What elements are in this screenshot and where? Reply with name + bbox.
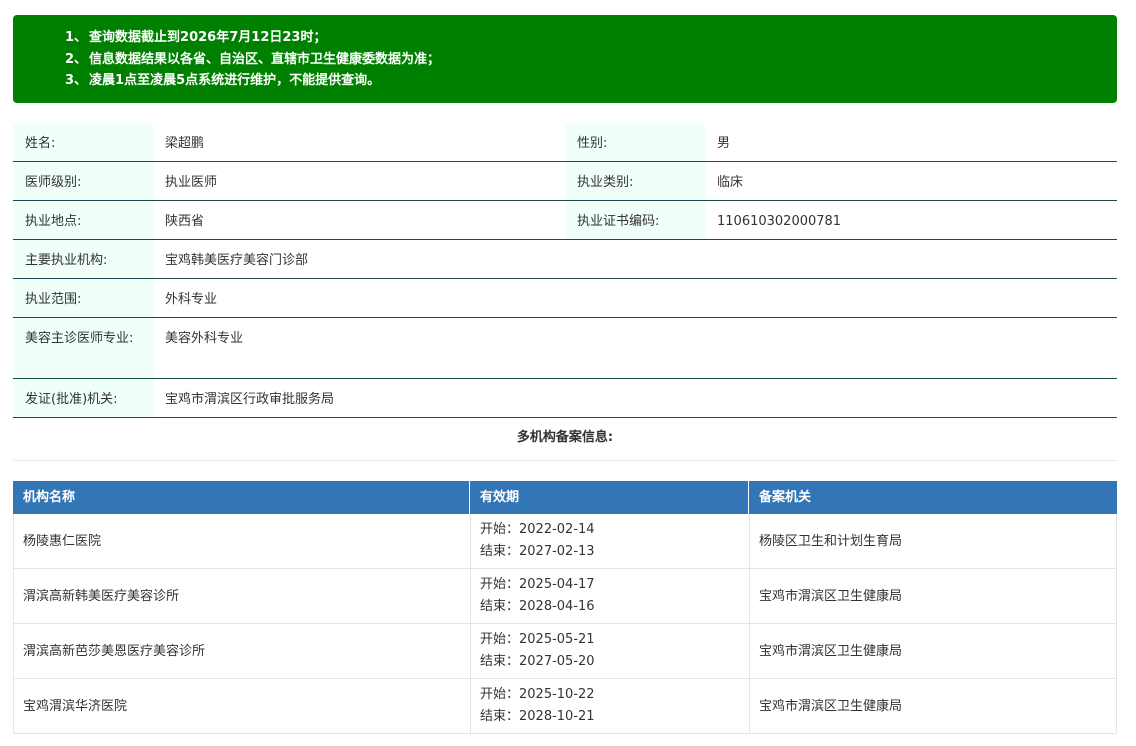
validity-cell: 开始：2025-10-22 结束：2028-10-21 [471, 679, 750, 733]
info-row-issuer: 发证(批准)机关: 宝鸡市渭滨区行政审批服务局 [13, 379, 1117, 418]
notice-line-2: 2、 信息数据结果以各省、自治区、直辖市卫生健康委数据为准； [65, 51, 441, 67]
info-row-institution: 主要执业机构: 宝鸡韩美医疗美容门诊部 [13, 240, 1117, 279]
table-header: 机构名称 有效期 备案机关 [13, 481, 1117, 514]
level-label: 医师级别: [13, 162, 153, 200]
authority-name: 宝鸡市渭滨区卫生健康局 [759, 644, 903, 659]
info-row-level: 医师级别: 执业医师 执业类别: 临床 [13, 162, 1117, 201]
info-row-scope: 执业范围: 外科专业 [13, 279, 1117, 318]
location-value: 陕西省 [165, 214, 205, 229]
notice-line-1: 1、 查询数据截止到2026年7月12日23时； [65, 30, 327, 45]
table-row: 杨陵惠仁医院 开始：2022-02-14 结束：2027-02-13 杨陵区卫生和… [13, 514, 1117, 569]
info-row-location: 执业地点: 陕西省 执业证书编码: 110610302000781 [13, 201, 1117, 240]
scope-value: 外科专业 [165, 292, 218, 307]
table-row: 渭滨高新韩美医疗美容诊所 开始：2025-04-17 结束：2028-04-16 … [13, 569, 1117, 624]
category-label: 执业类别: [565, 162, 705, 200]
header-authority: 备案机关 [759, 490, 812, 505]
validity-start: 开始：2025-04-17 [480, 577, 595, 592]
beauty-label: 美容主诊医师专业: [13, 318, 153, 378]
validity-start: 开始：2025-10-22 [480, 687, 595, 702]
institution-label: 主要执业机构: [13, 240, 153, 278]
validity-cell: 开始：2025-05-21 结束：2027-05-20 [471, 624, 750, 678]
validity-cell: 开始：2025-04-17 结束：2028-04-16 [471, 569, 750, 623]
header-validity: 有效期 [470, 481, 749, 514]
header-institution: 机构名称 [13, 481, 470, 514]
institution-name: 渭滨高新芭莎美恩医疗美容诊所 [14, 624, 471, 678]
validity-end: 结束：2028-04-16 [480, 599, 595, 614]
cert-label: 执业证书编码: [565, 201, 705, 239]
table-row: 宝鸡渭滨华济医院 开始：2025-10-22 结束：2028-10-21 宝鸡市渭… [13, 679, 1117, 734]
doctor-info-table: 姓名: 梁超鹏 性别: 男 医师级别: 执业医师 执业类别: 临床 执业地点: … [13, 123, 1117, 418]
gender-value: 男 [717, 136, 731, 151]
name-value: 梁超鹏 [165, 136, 205, 151]
name-label: 姓名: [13, 123, 153, 161]
gender-label: 性别: [565, 123, 705, 161]
issuer-label: 发证(批准)机关: [13, 379, 153, 417]
institution-name: 渭滨高新韩美医疗美容诊所 [14, 569, 471, 623]
validity-start: 开始：2025-05-21 [480, 632, 595, 647]
validity-end: 结束：2028-10-21 [480, 709, 595, 724]
validity-end: 结束：2027-05-20 [480, 654, 595, 669]
scope-label: 执业范围: [13, 279, 153, 317]
notice-line-3: 3、 凌晨1点至凌晨5点系统进行维护，不能提供查询。 [65, 73, 381, 88]
info-row-name: 姓名: 梁超鹏 性别: 男 [13, 123, 1117, 162]
institution-value: 宝鸡韩美医疗美容门诊部 [165, 253, 309, 268]
category-value: 临床 [717, 175, 744, 190]
authority-name: 杨陵区卫生和计划生育局 [759, 534, 903, 549]
validity-start: 开始：2022-02-14 [480, 522, 595, 537]
location-label: 执业地点: [13, 201, 153, 239]
institution-name: 杨陵惠仁医院 [14, 514, 471, 568]
multi-institution-table: 机构名称 有效期 备案机关 杨陵惠仁医院 开始：2022-02-14 结束：202… [13, 481, 1117, 734]
level-value: 执业医师 [165, 175, 218, 190]
authority-name: 宝鸡市渭滨区卫生健康局 [759, 589, 903, 604]
cert-value: 110610302000781 [717, 214, 842, 229]
authority-name: 宝鸡市渭滨区卫生健康局 [759, 699, 903, 714]
validity-cell: 开始：2022-02-14 结束：2027-02-13 [471, 514, 750, 568]
beauty-value: 美容外科专业 [165, 331, 244, 346]
multi-institution-title: 多机构备案信息: [13, 418, 1117, 461]
issuer-value: 宝鸡市渭滨区行政审批服务局 [165, 392, 335, 407]
institution-name: 宝鸡渭滨华济医院 [14, 679, 471, 733]
notice-banner: 1、 查询数据截止到2026年7月12日23时； 2、 信息数据结果以各省、自治区、… [13, 15, 1117, 103]
info-row-beauty: 美容主诊医师专业: 美容外科专业 [13, 318, 1117, 379]
validity-end: 结束：2027-02-13 [480, 544, 595, 559]
table-row: 渭滨高新芭莎美恩医疗美容诊所 开始：2025-05-21 结束：2027-05-2… [13, 624, 1117, 679]
